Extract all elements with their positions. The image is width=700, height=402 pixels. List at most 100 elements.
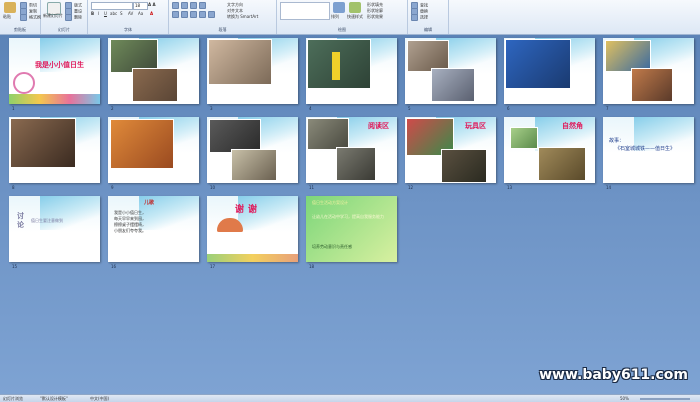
slide-thumbnail-11[interactable]: 阅读区: [306, 117, 397, 183]
slide-line: 值日生活动方案设计: [312, 200, 348, 205]
ferris-wheel-icon: [13, 72, 35, 94]
shadow-icon[interactable]: S: [120, 11, 123, 16]
slide-thumbnail-15[interactable]: 讨论 值日生要注意做到: [9, 196, 100, 262]
slide-number: 2: [111, 106, 114, 111]
slide-line: 让幼儿在活动中学习，提高自我服务能力: [312, 214, 384, 219]
slide-title: 谢谢: [235, 205, 262, 215]
photo: [209, 119, 261, 153]
bold-icon[interactable]: B: [91, 11, 94, 16]
child-figure: [332, 52, 340, 80]
slide-number: 7: [606, 106, 609, 111]
clipboard-group: 粘贴 剪切 复制 格式刷 剪贴板: [0, 0, 41, 34]
photo: [307, 118, 349, 150]
slide-number: 16: [111, 264, 117, 269]
photo: [538, 147, 586, 181]
slide-thumbnail-3[interactable]: [207, 38, 298, 104]
slide-thumbnail-10[interactable]: [207, 117, 298, 183]
slide-number: 5: [408, 106, 411, 111]
smartart-button[interactable]: 转换为 SmartArt: [227, 14, 258, 20]
slide-thumbnail-6[interactable]: [504, 38, 595, 104]
slide-text: 值日生要注意做到: [31, 218, 63, 223]
photo: [231, 149, 277, 181]
language-label[interactable]: 中文(中国): [90, 396, 109, 402]
quick-styles-button[interactable]: 快速样式: [347, 14, 363, 20]
bullets-icon[interactable]: [172, 2, 208, 9]
paste-button[interactable]: 粘贴: [3, 14, 11, 20]
change-case-icon[interactable]: Aa: [138, 11, 143, 16]
slide-thumbnail-12[interactable]: 玩具区: [405, 117, 496, 183]
font-color-icon[interactable]: A: [150, 11, 153, 16]
new-slide-button[interactable]: 新建幻灯片: [43, 14, 65, 18]
slide-bullet: 《石室城城铁——值日生》: [615, 146, 676, 152]
editing-group: 查找 替换 选择 编辑: [408, 0, 449, 34]
font-group-label: 字体: [124, 27, 132, 32]
slide-thumbnail-17[interactable]: 谢谢: [207, 196, 298, 262]
clipboard-group-label: 剪贴板: [14, 27, 26, 32]
slide-thumbnail-5[interactable]: [405, 38, 496, 104]
editing-group-label: 编辑: [424, 27, 432, 32]
photo-collage: [110, 119, 174, 169]
slide-sorter-workspace: 我是小小值日生 阅读区 玩具区 自然角 故事： 《石室城城铁——值日生》 讨论 …: [0, 35, 700, 394]
select-button[interactable]: 选择: [411, 14, 428, 21]
font-size-combo[interactable]: 18: [133, 2, 148, 10]
slide-number: 3: [210, 106, 213, 111]
slide-number: 12: [408, 185, 414, 190]
photo: [10, 118, 76, 168]
slide-number: 17: [210, 264, 216, 269]
slide-line: 培养劳动意识与责任感: [312, 244, 352, 249]
shapes-gallery[interactable]: [280, 2, 330, 20]
photo: [510, 127, 538, 149]
spacing-icon[interactable]: AV: [128, 11, 133, 16]
decoration-strip: [207, 254, 298, 262]
shape-effects-button[interactable]: 形状效果: [367, 14, 383, 20]
cursor-icon: [411, 14, 418, 21]
slide-number: 15: [12, 264, 18, 269]
slide-thumbnail-16[interactable]: 儿歌 我是小小值日生， 每天早早来到园， 擦擦桌子摆摆椅， 小朋友们夸夸我。: [108, 196, 199, 262]
arrange-icon[interactable]: [333, 2, 345, 13]
slide-thumbnail-18[interactable]: 值日生活动方案设计 让幼儿在活动中学习，提高自我服务能力 培养劳动意识与责任感: [306, 196, 397, 262]
slide-thumbnail-14[interactable]: 故事： 《石室城城铁——值日生》: [603, 117, 694, 183]
strikethrough-icon[interactable]: abc: [110, 11, 117, 16]
slide-thumbnail-9[interactable]: [108, 117, 199, 183]
underline-icon[interactable]: U: [104, 11, 107, 16]
arrange-button[interactable]: 排列: [331, 14, 339, 20]
italic-icon[interactable]: I: [98, 11, 99, 16]
slide-thumbnail-2[interactable]: [108, 38, 199, 104]
slide-title: 玩具区: [465, 122, 486, 130]
slide-number: 18: [309, 264, 315, 269]
slide-thumbnail-7[interactable]: [603, 38, 694, 104]
photo: [441, 149, 487, 183]
slide-title: 儿歌: [144, 200, 155, 206]
grow-font-icon[interactable]: A A: [148, 2, 156, 7]
slides-group-label: 幻灯片: [58, 27, 70, 32]
ribbon: 粘贴 剪切 复制 格式刷 剪贴板 新建幻灯片 版式 重设 删除 幻灯片 18 A…: [0, 0, 700, 35]
font-name-combo[interactable]: [91, 2, 133, 10]
brush-icon: [20, 14, 27, 21]
paragraph-group: 文字方向 对齐文本 转换为 SmartArt 段落: [169, 0, 277, 34]
slide-line: 擦擦桌子摆摆椅，: [114, 222, 146, 227]
quick-styles-icon[interactable]: [349, 2, 361, 13]
delete-icon: [65, 14, 72, 21]
font-group: 18 A A B I U abc S AV Aa A 字体: [88, 0, 169, 34]
slide-thumbnail-8[interactable]: [9, 117, 100, 183]
delete-slide-button[interactable]: 删除: [65, 14, 82, 21]
slide-number: 11: [309, 185, 315, 190]
align-icon[interactable]: [172, 11, 217, 18]
slide-thumbnail-1[interactable]: 我是小小值日生: [9, 38, 100, 104]
photo: [208, 39, 272, 85]
view-mode-label: 幻灯片浏览: [3, 396, 23, 401]
slide-thumbnail-4[interactable]: [306, 38, 397, 104]
format-painter-button[interactable]: 格式刷: [20, 14, 41, 21]
photo: [505, 39, 571, 89]
slide-number: 13: [507, 185, 513, 190]
photo: [631, 68, 673, 102]
slide-number: 4: [309, 106, 312, 111]
paste-icon[interactable]: [4, 2, 16, 13]
slide-thumbnail-13[interactable]: 自然角: [504, 117, 595, 183]
slide-number: 10: [210, 185, 216, 190]
decoration-strip: [9, 94, 100, 104]
zoom-slider[interactable]: [640, 398, 690, 400]
zoom-level[interactable]: 50%: [620, 396, 629, 401]
theme-label: "默认设计模板": [40, 396, 68, 401]
slide-number: 14: [606, 185, 612, 190]
